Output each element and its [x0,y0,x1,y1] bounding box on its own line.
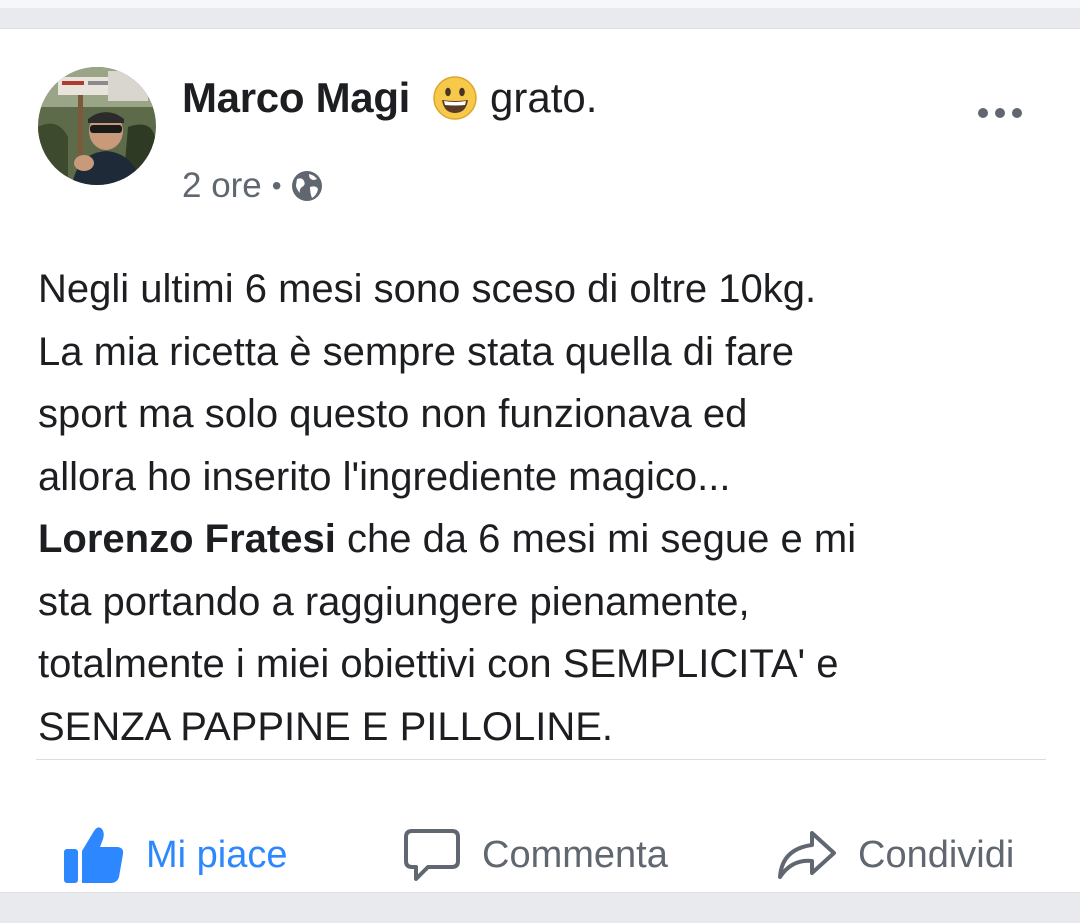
post-line: La mia ricetta è sempre stata quella di … [38,329,794,374]
share-button[interactable]: Condividi [776,817,1014,893]
globe-icon[interactable] [290,169,324,203]
bottom-background-strip [0,893,1080,923]
like-button[interactable]: Mi piace [62,817,288,893]
post-timestamp[interactable]: 2 ore [182,166,262,206]
comment-button[interactable]: Commenta [402,817,668,893]
post-line: SENZA PAPPINE E PILLOLINE. [38,704,614,749]
share-label: Condividi [858,833,1015,876]
post-line: sta portando a raggiungere pienamente, [38,579,750,624]
post-meta: 2 ore • [182,163,324,209]
ellipsis-icon [978,108,1022,118]
top-background-strip [0,0,1080,8]
author-name[interactable]: Marco Magi [182,74,410,122]
post-card: Marco Magi grato. 2 ore • Negli ultimi 6… [0,28,1080,893]
post-body: Negli ultimi 6 mesi sono sceso di oltre … [38,258,1048,758]
more-options-button[interactable] [970,93,1030,133]
post-line: allora ho inserito l'ingrediente magico.… [38,454,731,499]
post-line: sport ma solo questo non funzionava ed [38,392,748,436]
post-line: Negli ultimi 6 mesi sono sceso di oltre … [38,267,817,311]
thumbs-up-icon [62,823,126,887]
feeling-text: grato. [490,74,598,121]
comment-label: Commenta [482,833,668,876]
mention-link[interactable]: Lorenzo Fratesi [38,517,336,561]
grinning-face-emoji-icon [432,75,478,121]
like-label: Mi piace [146,833,288,876]
action-divider [36,759,1046,760]
post-line: totalmente i miei obiettivi con SEMPLICI… [38,642,839,686]
avatar-photo [38,67,156,185]
share-arrow-icon [776,827,838,883]
avatar[interactable] [38,67,156,185]
post-line-rest: che da 6 mesi mi segue e mi [335,517,857,561]
meta-separator: • [271,170,282,201]
post-line: Lorenzo Fratesi che da 6 mesi mi segue e… [38,508,1048,571]
comment-bubble-icon [402,825,462,885]
author-line: Marco Magi grato. [182,69,597,127]
